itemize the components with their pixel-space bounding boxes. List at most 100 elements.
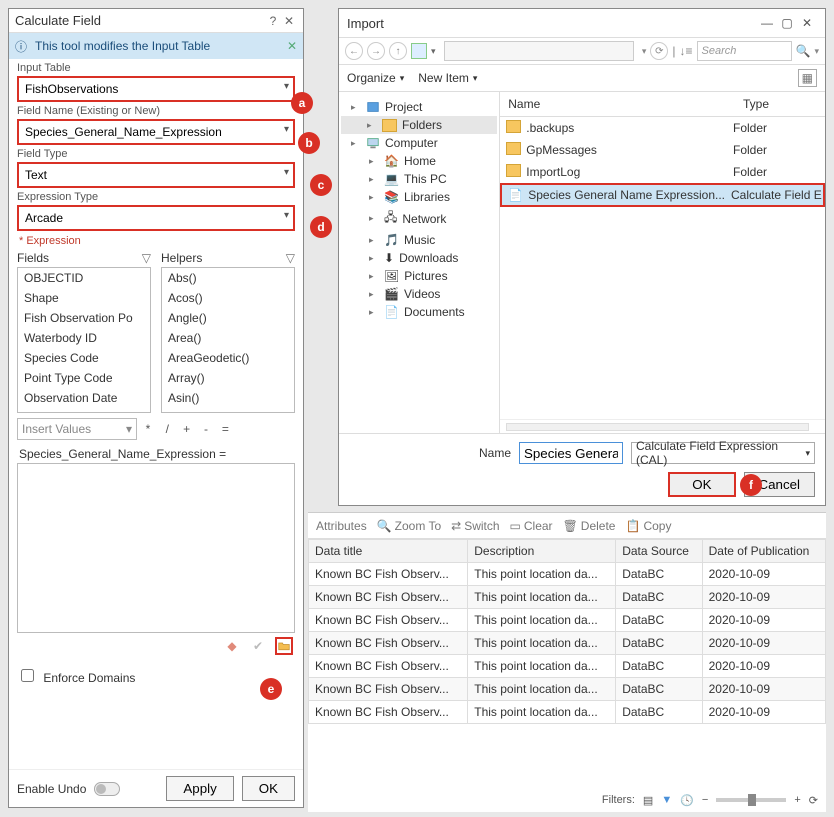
field-item[interactable]: Fish Observation Po bbox=[18, 308, 150, 328]
enforce-domains-checkbox[interactable]: Enforce Domains bbox=[21, 671, 135, 685]
tree-item[interactable]: ▸💻This PC bbox=[341, 170, 497, 188]
helper-item[interactable]: Abs() bbox=[162, 268, 294, 288]
table-col[interactable]: Data title bbox=[309, 540, 468, 563]
table-row[interactable]: Known BC Fish Observ...This point locati… bbox=[309, 586, 826, 609]
file-row[interactable]: 📄Species General Name Expression...Calcu… bbox=[500, 183, 825, 207]
tree-item[interactable]: ▸🏠Home bbox=[341, 152, 497, 170]
check-icon[interactable]: ✔ bbox=[249, 637, 267, 655]
refresh-icon[interactable]: ⟳ bbox=[650, 42, 668, 60]
field-item[interactable]: Observation Date bbox=[18, 388, 150, 408]
tree-folders[interactable]: Folders bbox=[402, 118, 442, 132]
table-row[interactable]: Known BC Fish Observ...This point locati… bbox=[309, 563, 826, 586]
tb-copy[interactable]: 📋 Copy bbox=[625, 519, 671, 533]
zoom-out-icon[interactable]: − bbox=[702, 794, 708, 806]
table-row[interactable]: Known BC Fish Observ...This point locati… bbox=[309, 609, 826, 632]
filename-input[interactable] bbox=[519, 442, 623, 464]
field-item[interactable]: Point Type Code bbox=[18, 368, 150, 388]
helpers-list[interactable]: Abs()Acos()Angle()Area()AreaGeodetic()Ar… bbox=[161, 267, 295, 413]
input-table-dropdown[interactable] bbox=[17, 76, 295, 102]
helper-item[interactable]: AreaGeodetic() bbox=[162, 348, 294, 368]
h-scrollbar[interactable] bbox=[506, 423, 809, 431]
tree-item[interactable]: ▸🎵Music bbox=[341, 231, 497, 249]
table-col[interactable]: Date of Publication bbox=[702, 540, 825, 563]
filter-icon[interactable]: 🕓 bbox=[680, 794, 694, 807]
table-row[interactable]: Known BC Fish Observ...This point locati… bbox=[309, 701, 826, 724]
minimize-icon[interactable]: — bbox=[757, 16, 777, 30]
info-close-icon[interactable]: ✕ bbox=[287, 39, 297, 53]
up-icon[interactable]: ↑ bbox=[389, 42, 407, 60]
file-row[interactable]: GpMessagesFolder bbox=[500, 139, 825, 161]
path-box[interactable] bbox=[444, 41, 634, 61]
file-row[interactable]: ImportLogFolder bbox=[500, 161, 825, 183]
close-icon[interactable]: ✕ bbox=[797, 16, 817, 30]
expression-type-dropdown[interactable] bbox=[17, 205, 295, 231]
file-row[interactable]: .backupsFolder bbox=[500, 117, 825, 139]
apply-button[interactable]: Apply bbox=[166, 776, 233, 801]
search-icon[interactable]: 🔍 bbox=[796, 44, 811, 58]
insert-values-dropdown[interactable]: Insert Values▾ bbox=[17, 418, 137, 440]
tree-item[interactable]: ▸📚Libraries bbox=[341, 188, 497, 206]
field-item[interactable]: Species Code bbox=[18, 348, 150, 368]
filter-icon[interactable]: ▽ bbox=[142, 251, 151, 265]
field-item[interactable]: OBJECTID bbox=[18, 268, 150, 288]
helper-item[interactable]: Array() bbox=[162, 368, 294, 388]
help-icon[interactable]: ? bbox=[265, 14, 281, 28]
view-icon[interactable]: ▦ bbox=[798, 69, 817, 87]
tb-zoom[interactable]: 🔍 Zoom To bbox=[377, 519, 441, 533]
expression-textarea[interactable] bbox=[17, 463, 295, 633]
filetype-filter[interactable]: Calculate Field Expression (CAL)▾ bbox=[631, 442, 815, 464]
helper-item[interactable]: Asin() bbox=[162, 388, 294, 408]
table-col[interactable]: Description bbox=[468, 540, 616, 563]
op-divide[interactable]: / bbox=[159, 422, 175, 436]
field-name-dropdown[interactable] bbox=[17, 119, 295, 145]
tb-delete[interactable]: 🗑 Delete bbox=[563, 519, 616, 533]
organize-dropdown[interactable]: Organize ▾ bbox=[347, 71, 404, 85]
filter-icon[interactable]: ▤ bbox=[643, 794, 653, 807]
op-add[interactable]: + bbox=[179, 422, 195, 436]
ok-button[interactable]: OK bbox=[242, 776, 295, 801]
tb-switch[interactable]: ⇄ Switch bbox=[451, 519, 499, 533]
tree-computer[interactable]: Computer bbox=[385, 136, 438, 150]
table-row[interactable]: Known BC Fish Observ...This point locati… bbox=[309, 655, 826, 678]
import-ok-button[interactable]: OK bbox=[668, 472, 735, 497]
col-type[interactable]: Type bbox=[735, 92, 825, 116]
sort-icon[interactable]: ↓≡ bbox=[680, 44, 693, 58]
tree-item[interactable]: ▸⬇Downloads bbox=[341, 249, 497, 267]
helper-item[interactable]: Angle() bbox=[162, 308, 294, 328]
field-type-dropdown[interactable] bbox=[17, 162, 295, 188]
close-icon[interactable]: ✕ bbox=[281, 14, 297, 28]
field-item[interactable]: Waterbody ID bbox=[18, 328, 150, 348]
col-name[interactable]: Name bbox=[500, 92, 735, 116]
op-equals[interactable]: = bbox=[217, 422, 233, 436]
tree-item[interactable]: ▸🖧Network bbox=[341, 206, 497, 231]
folder-tree[interactable]: ▸Project ▸Folders ▸Computer ▸🏠Home▸💻This… bbox=[339, 92, 500, 433]
helper-item[interactable]: Area() bbox=[162, 328, 294, 348]
fields-list[interactable]: OBJECTIDShapeFish Observation PoWaterbod… bbox=[17, 267, 151, 413]
field-item[interactable]: Shape bbox=[18, 288, 150, 308]
tree-item[interactable]: ▸🎬Videos bbox=[341, 285, 497, 303]
open-folder-button[interactable] bbox=[275, 637, 293, 655]
new-item-dropdown[interactable]: New Item ▾ bbox=[418, 71, 477, 85]
maximize-icon[interactable]: ▢ bbox=[777, 16, 797, 30]
zoom-slider[interactable] bbox=[716, 798, 786, 802]
op-subtract[interactable]: - bbox=[198, 422, 214, 436]
undo-toggle[interactable] bbox=[94, 782, 120, 796]
back-icon[interactable]: ← bbox=[345, 42, 363, 60]
filter-icon[interactable]: ▽ bbox=[286, 251, 295, 265]
refresh-icon[interactable]: ⟳ bbox=[809, 794, 818, 807]
tree-project[interactable]: Project bbox=[385, 100, 422, 114]
zoom-in-icon[interactable]: + bbox=[794, 794, 800, 806]
tb-attributes[interactable]: Attributes bbox=[316, 519, 367, 533]
eraser-icon[interactable]: ◆ bbox=[223, 637, 241, 655]
helper-item[interactable]: Acos() bbox=[162, 288, 294, 308]
tb-clear[interactable]: ▭ Clear bbox=[510, 519, 553, 533]
forward-icon[interactable]: → bbox=[367, 42, 385, 60]
filter-icon[interactable]: ▼ bbox=[661, 794, 672, 806]
op-multiply[interactable]: * bbox=[140, 422, 156, 436]
table-row[interactable]: Known BC Fish Observ...This point locati… bbox=[309, 678, 826, 701]
tree-item[interactable]: ▸🖼Pictures bbox=[341, 267, 497, 285]
table-col[interactable]: Data Source bbox=[616, 540, 702, 563]
table-row[interactable]: Known BC Fish Observ...This point locati… bbox=[309, 632, 826, 655]
tree-item[interactable]: ▸📄Documents bbox=[341, 303, 497, 321]
search-input[interactable]: Search bbox=[697, 41, 792, 61]
